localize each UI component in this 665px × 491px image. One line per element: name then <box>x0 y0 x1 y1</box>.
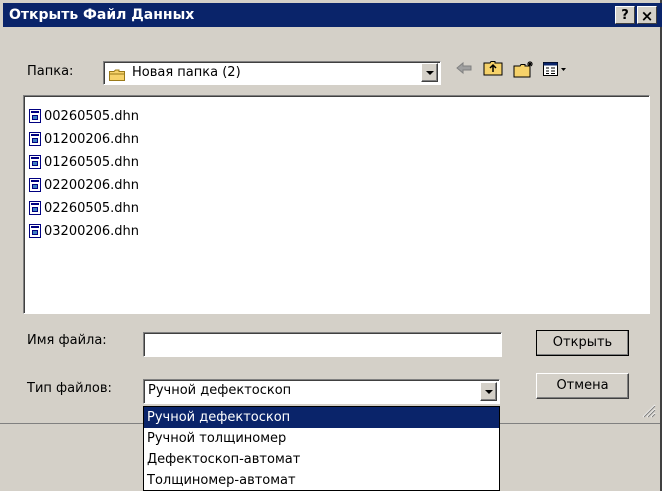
list-item[interactable]: 00260505.dhn <box>29 105 139 127</box>
open-button[interactable]: Открыть <box>536 330 629 356</box>
title-bar[interactable]: Открыть Файл Данных ? × <box>3 3 662 27</box>
filetype-option[interactable]: Ручной толщиномер <box>144 428 499 449</box>
data-file-icon <box>29 155 41 169</box>
file-name: 02260505.dhn <box>44 200 140 216</box>
file-name: 01200206.dhn <box>44 131 140 147</box>
filename-input[interactable] <box>143 332 502 357</box>
filetype-select[interactable]: Ручной дефектоскоп <box>143 379 500 404</box>
filetype-option[interactable]: Ручной дефектоскоп <box>144 407 499 428</box>
list-item[interactable]: 02200206.dhn <box>29 174 139 196</box>
help-button[interactable]: ? <box>615 6 635 24</box>
filetype-value: Ручной дефектоскоп <box>148 383 292 398</box>
folder-icon <box>109 67 125 81</box>
view-menu-icon[interactable] <box>543 61 569 81</box>
data-file-icon <box>29 224 41 238</box>
file-name: 03200206.dhn <box>44 223 140 239</box>
folder-value: Новая папка (2) <box>132 65 241 80</box>
file-list[interactable]: 00260505.dhn 01200206.dhn 01260505.dhn 0… <box>23 95 650 314</box>
dialog-title: Открыть Файл Данных <box>9 7 195 23</box>
list-item[interactable]: 02260505.dhn <box>29 197 139 219</box>
resize-grip-icon[interactable] <box>642 404 656 422</box>
new-folder-icon[interactable] <box>513 60 535 82</box>
chevron-down-icon <box>484 389 493 394</box>
folder-dropdown-button[interactable] <box>421 63 438 82</box>
filetype-dropdown-button[interactable] <box>480 382 497 401</box>
data-file-icon <box>29 109 41 123</box>
filetype-option[interactable]: Толщиномер-автомат <box>144 470 499 491</box>
list-item[interactable]: 01200206.dhn <box>29 128 139 150</box>
data-file-icon <box>29 178 41 192</box>
close-button[interactable]: × <box>637 6 657 25</box>
file-name: 01260505.dhn <box>44 154 140 170</box>
filetype-label: Тип файлов: <box>27 381 112 396</box>
file-name: 02200206.dhn <box>44 177 140 193</box>
up-folder-icon[interactable] <box>483 60 503 80</box>
data-file-icon <box>29 132 41 146</box>
cancel-button[interactable]: Отмена <box>536 373 629 399</box>
list-item[interactable]: 01260505.dhn <box>29 151 139 173</box>
back-arrow-icon[interactable] <box>455 60 473 80</box>
folder-label: Папка: <box>27 64 74 79</box>
filetype-option[interactable]: Дефектоскоп-автомат <box>144 449 499 470</box>
file-name: 00260505.dhn <box>44 108 140 124</box>
filetype-dropdown-list[interactable]: Ручной дефектоскоп Ручной толщиномер Деф… <box>143 406 500 491</box>
folder-select[interactable]: Новая папка (2) <box>103 61 441 85</box>
list-item[interactable]: 03200206.dhn <box>29 220 139 242</box>
chevron-down-icon <box>425 70 434 75</box>
data-file-icon <box>29 201 41 215</box>
filename-label: Имя файла: <box>27 333 107 348</box>
